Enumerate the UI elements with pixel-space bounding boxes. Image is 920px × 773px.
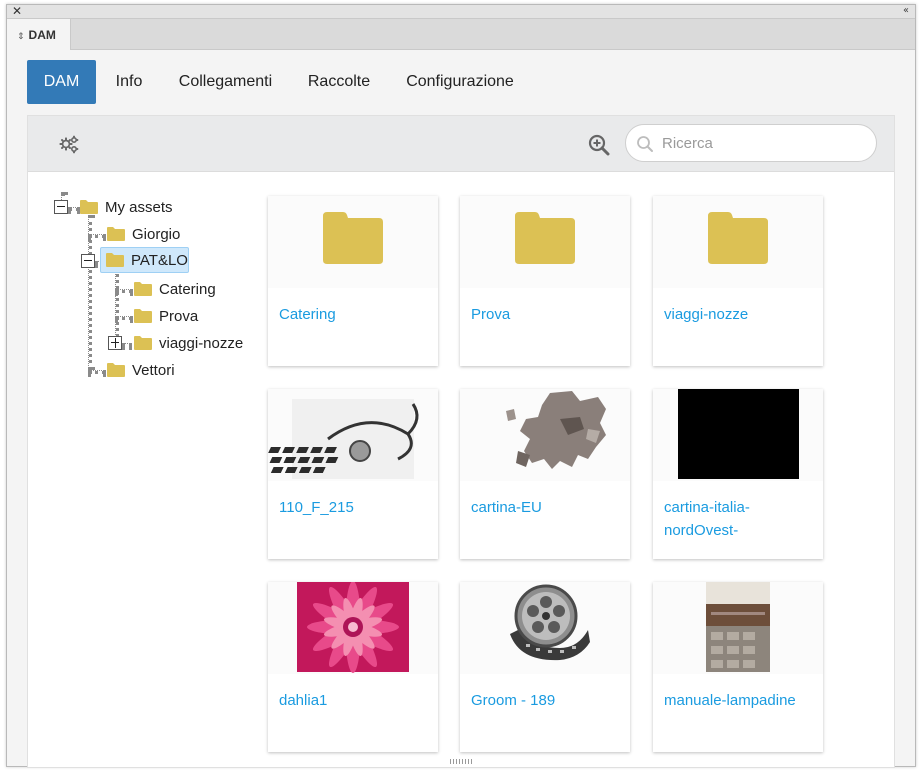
tab-raccolte[interactable]: Raccolte (297, 60, 381, 104)
asset-thumbnail (653, 582, 823, 674)
asset-name[interactable]: dahlia1 (279, 689, 429, 712)
folder-icon (107, 363, 125, 377)
toolbar (28, 116, 894, 172)
asset-card-manuale-lampadine[interactable]: manuale-lampadine (653, 582, 823, 752)
panel-tab-label: DAM (28, 28, 56, 42)
tab-collegamenti[interactable]: Collegamenti (169, 60, 282, 104)
asset-card-cartina-italia[interactable]: cartina-italia-nordOvest- (653, 389, 823, 559)
asset-name[interactable]: cartina-italia-nordOvest- (664, 496, 814, 542)
asset-thumbnail (653, 389, 823, 481)
asset-thumbnail (460, 196, 630, 288)
close-icon[interactable]: ✕ (12, 4, 22, 18)
asset-name[interactable]: Prova (471, 303, 621, 326)
sort-arrows-icon: ⇕ (17, 32, 25, 42)
tab-dam[interactable]: DAM (27, 60, 96, 104)
collapse-icon[interactable]: ‹‹ (903, 4, 909, 18)
asset-thumbnail (268, 196, 438, 288)
black-image (678, 389, 799, 479)
tab-configurazione[interactable]: Configurazione (397, 60, 523, 104)
asset-thumbnail (653, 196, 823, 288)
asset-thumbnail (268, 582, 438, 674)
asset-card-viaggi-nozze[interactable]: viaggi-nozze (653, 196, 823, 366)
tree-item-label: Prova (159, 307, 199, 325)
search-input[interactable] (662, 133, 862, 153)
panel-tab-dam[interactable]: ⇕ DAM (7, 19, 71, 50)
tree-item-prova[interactable]: Prova (129, 303, 202, 329)
search-icon (637, 136, 653, 152)
asset-name[interactable]: viaggi-nozze (664, 303, 814, 326)
tree-item-label: Vettori (132, 361, 175, 379)
asset-name[interactable]: manuale-lampadine (664, 689, 814, 712)
dam-panel-window: ✕ ‹‹ ⇕ DAM DAM Info Collegamenti Raccolte… (6, 4, 916, 768)
asset-card-groom-189[interactable]: Groom - 189 (460, 582, 630, 752)
folder-icon (107, 227, 125, 241)
manual-cover-image (706, 582, 770, 672)
collapse-toggle-my-assets[interactable] (54, 200, 68, 214)
search-box (625, 124, 877, 162)
asset-name[interactable]: Groom - 189 (471, 689, 621, 712)
asset-card-cartina-eu[interactable]: cartina-EU (460, 389, 630, 559)
tree-item-label: Catering (159, 280, 216, 298)
tree-item-patlo[interactable]: PAT&LO (100, 247, 189, 273)
tree-item-vettori[interactable]: Vettori (102, 357, 179, 383)
asset-name[interactable]: 110_F_215 (279, 496, 429, 519)
dahlia-image (297, 582, 409, 673)
folder-icon (134, 336, 152, 350)
collapse-toggle-patlo[interactable] (81, 254, 95, 268)
tree-item-label: viaggi-nozze (159, 334, 244, 352)
expand-toggle-viaggi-nozze[interactable] (108, 336, 122, 350)
panel-titlebar: ✕ ‹‹ (7, 4, 915, 19)
asset-thumbnail (460, 582, 630, 674)
tree-item-viaggi-nozze[interactable]: viaggi-nozze (129, 330, 247, 356)
film-reel-image (510, 584, 590, 661)
asset-card-catering[interactable]: Catering (268, 196, 438, 366)
tree-item-my-assets[interactable]: My assets (75, 194, 177, 220)
panel-tab-strip: ⇕ DAM (7, 19, 915, 50)
folder-tree: My assets Giorgio PAT&LO Catering Prova … (28, 172, 268, 762)
folder-icon (134, 282, 152, 296)
folder-icon (515, 212, 575, 264)
folder-icon (80, 200, 98, 214)
stethoscope-keyboard-image (268, 399, 419, 479)
tree-connector (88, 215, 92, 370)
asset-card-prova[interactable]: Prova (460, 196, 630, 366)
europe-map-image (506, 391, 606, 469)
gears-icon[interactable] (58, 134, 80, 154)
tree-item-label: My assets (105, 198, 173, 216)
folder-icon (708, 212, 768, 264)
folder-icon (134, 309, 152, 323)
tree-item-giorgio[interactable]: Giorgio (102, 221, 184, 247)
tree-connector (115, 269, 119, 343)
tree-item-catering[interactable]: Catering (129, 276, 220, 302)
asset-thumbnail (460, 389, 630, 481)
resize-grip[interactable] (450, 759, 472, 764)
tree-item-label: PAT&LO (131, 251, 188, 269)
asset-card-dahlia1[interactable]: dahlia1 (268, 582, 438, 752)
dam-content: My assets Giorgio PAT&LO Catering Prova … (27, 115, 895, 768)
asset-thumbnail (268, 389, 438, 481)
zoom-in-icon[interactable] (588, 134, 610, 156)
asset-card-110-f-215[interactable]: 110_F_215 (268, 389, 438, 559)
tree-item-label: Giorgio (132, 225, 181, 243)
asset-name[interactable]: cartina-EU (471, 496, 621, 519)
folder-icon (323, 212, 383, 264)
tab-info[interactable]: Info (105, 60, 153, 104)
asset-name[interactable]: Catering (279, 303, 429, 326)
folder-icon (106, 253, 124, 267)
